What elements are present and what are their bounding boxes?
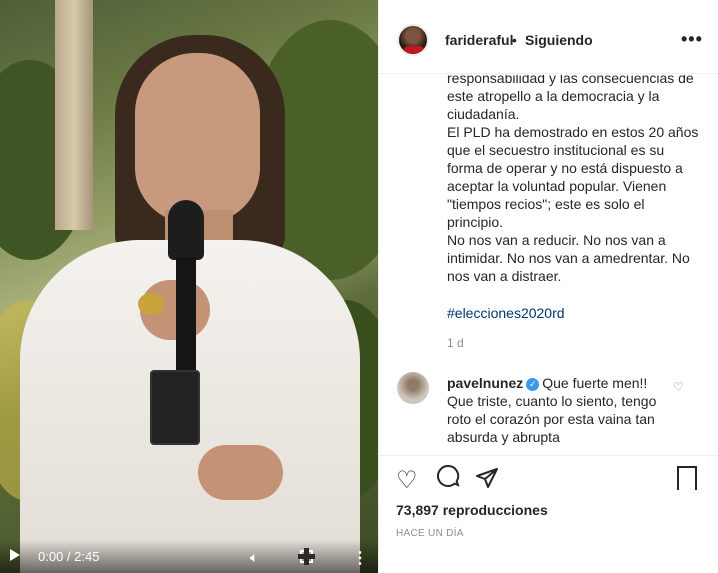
comment-text: Que triste, cuanto lo siento, tengo roto…: [447, 393, 657, 445]
comment-icon[interactable]: [436, 464, 460, 495]
video-player[interactable]: 0:00 / 2:45 🔈︎ ⋮: [0, 0, 378, 573]
caption-text: responsabilidad y las consecuencias de e…: [447, 75, 699, 284]
following-button[interactable]: Siguiendo: [525, 32, 593, 48]
comment-text-first: Que fuerte men!!: [542, 375, 648, 391]
author-username[interactable]: farideraful: [445, 32, 513, 48]
action-bar: ♡ 73,897 reproducciones HACE UN DÍA: [379, 455, 718, 573]
separator: •: [512, 32, 517, 48]
speaker: [20, 35, 360, 573]
like-comment-icon[interactable]: ♡: [673, 380, 684, 394]
volume-icon[interactable]: 🔈︎: [250, 549, 258, 566]
comment-avatar[interactable]: [397, 372, 429, 404]
more-vertical-icon[interactable]: ⋮: [352, 548, 368, 568]
post-sidebar: farideraful • Siguiendo ••• responsabili…: [378, 0, 718, 573]
verified-icon: ✓: [526, 378, 540, 391]
video-time: 0:00 / 2:45: [38, 549, 100, 564]
microphone: [168, 200, 204, 260]
view-count[interactable]: 73,897 reproducciones: [396, 502, 548, 518]
comment: pavelnunez ✓ Que fuerte men!! Que triste, …: [447, 374, 677, 446]
play-icon[interactable]: [10, 549, 20, 561]
caption-area[interactable]: responsabilidad y las consecuencias de e…: [379, 75, 718, 355]
post-modal: 0:00 / 2:45 🔈︎ ⋮ farideraful • Siguiendo…: [0, 0, 718, 573]
save-icon[interactable]: [677, 466, 697, 491]
post-date: HACE UN DÍA: [396, 528, 464, 539]
caption-age: 1 d: [447, 336, 464, 350]
hashtag-link[interactable]: #elecciones2020rd: [447, 305, 565, 321]
post-header: farideraful • Siguiendo •••: [379, 0, 718, 74]
share-icon[interactable]: [475, 466, 499, 497]
heart-icon[interactable]: ♡: [396, 466, 418, 495]
comment-username[interactable]: pavelnunez: [447, 375, 523, 391]
options-icon[interactable]: •••: [681, 29, 703, 50]
avatar[interactable]: [397, 24, 429, 56]
